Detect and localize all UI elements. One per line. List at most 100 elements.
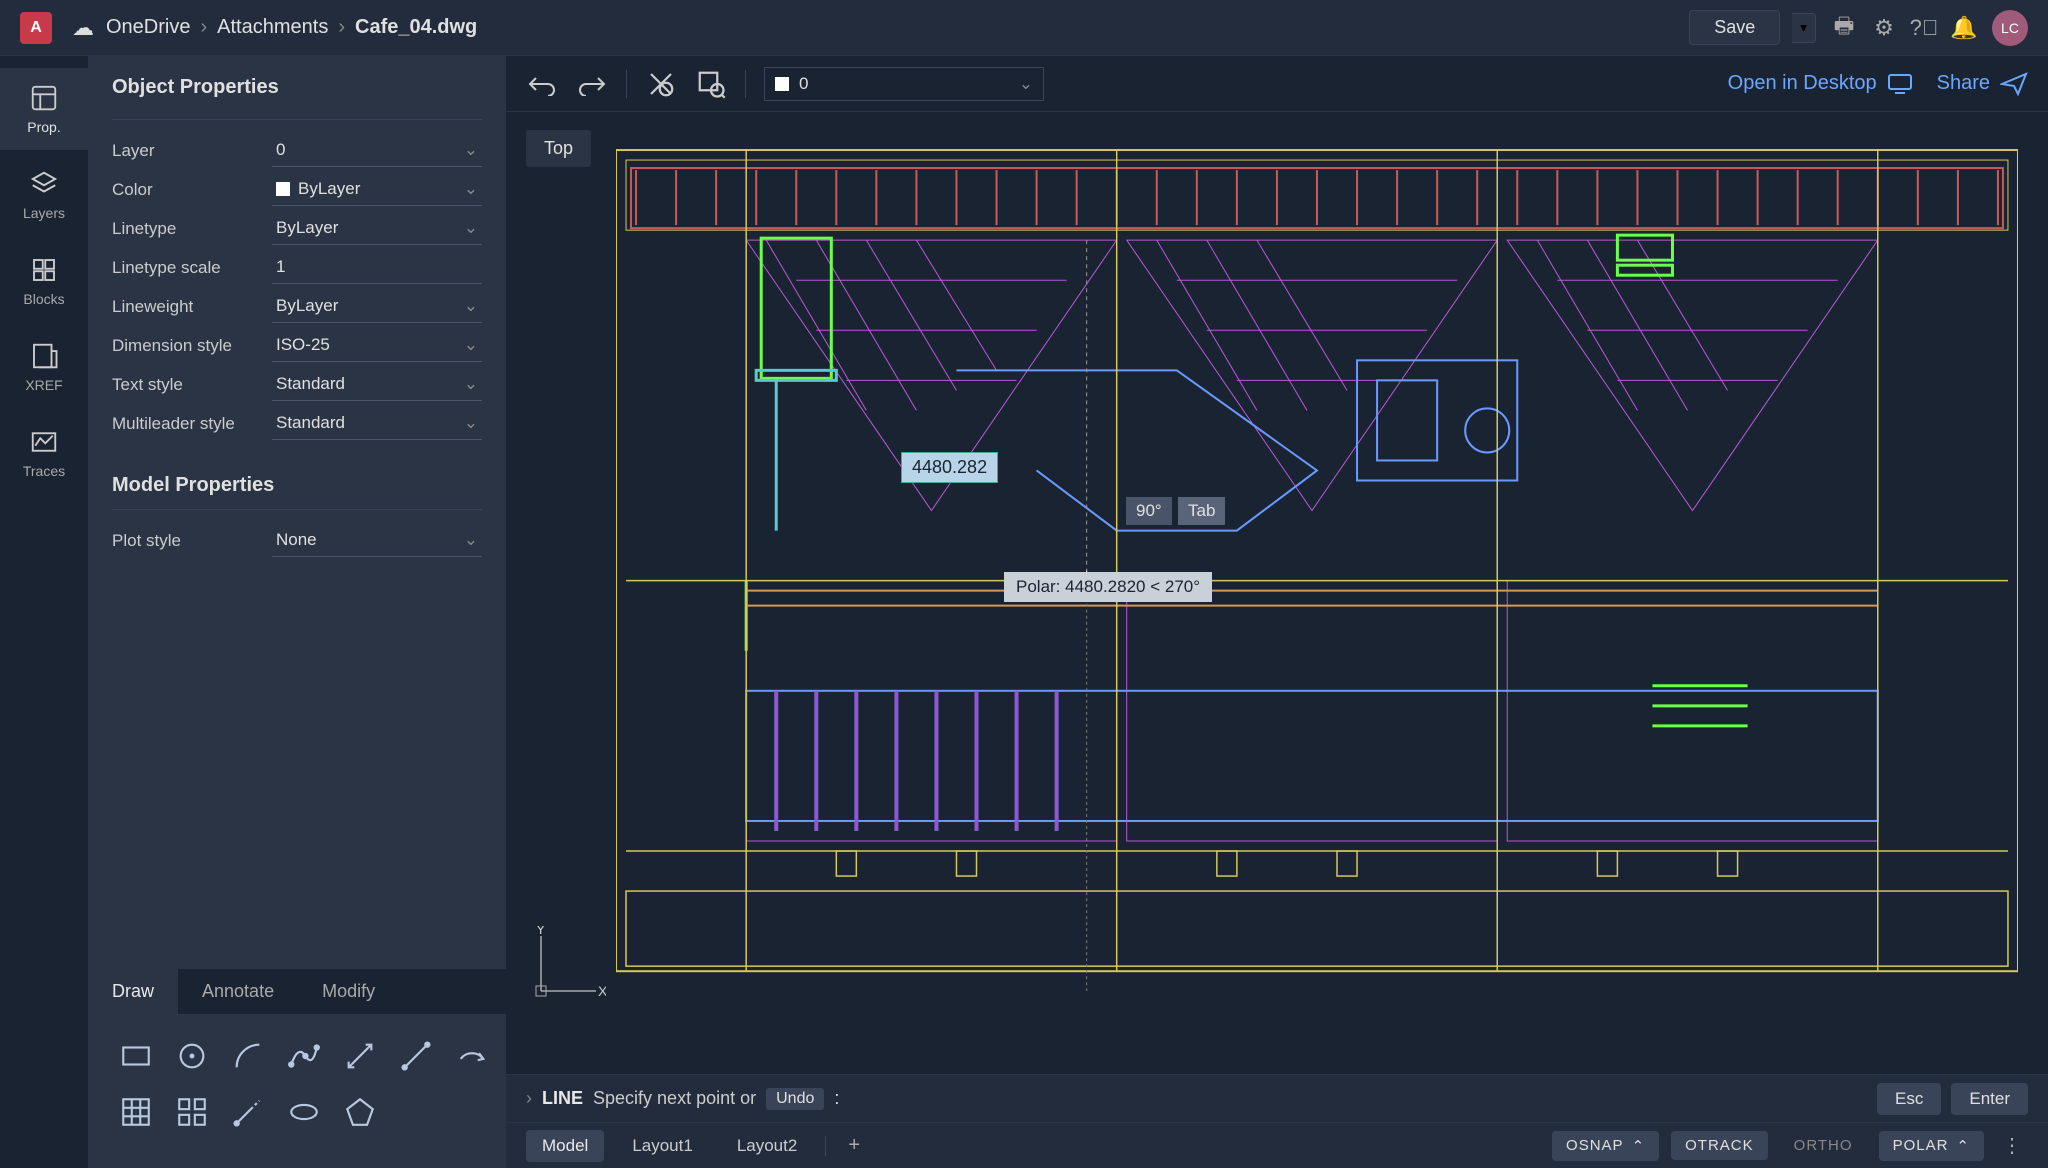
- print-icon[interactable]: 🖶: [1832, 16, 1856, 40]
- rail-label: Blocks: [23, 291, 64, 307]
- share-button[interactable]: Share: [1937, 72, 2028, 96]
- canvas-toolbar: 0 ⌄ Open in Desktop Share: [506, 56, 2048, 112]
- layout-tab-1[interactable]: Layout1: [616, 1130, 709, 1162]
- prop-input-layer[interactable]: 0⌄: [272, 134, 482, 167]
- prop-input-lineweight[interactable]: ByLayer⌄: [272, 290, 482, 323]
- save-dropdown-button[interactable]: ▾: [1792, 13, 1816, 43]
- prop-input-plotstyle[interactable]: None⌄: [272, 524, 482, 557]
- chevron-down-icon: ⌄: [464, 140, 478, 160]
- tool-array[interactable]: [168, 1088, 216, 1136]
- open-in-desktop-button[interactable]: Open in Desktop: [1728, 72, 1913, 95]
- breadcrumb: OneDrive › Attachments › Cafe_04.dwg: [106, 16, 477, 39]
- prop-input-linetype[interactable]: ByLayer⌄: [272, 212, 482, 245]
- breadcrumb-file[interactable]: Cafe_04.dwg: [355, 16, 477, 39]
- esc-button[interactable]: Esc: [1877, 1083, 1941, 1115]
- redo-icon[interactable]: [576, 68, 608, 100]
- enter-button[interactable]: Enter: [1951, 1083, 2028, 1115]
- prop-input-textstyle[interactable]: Standard⌄: [272, 368, 482, 401]
- tool-revcloud[interactable]: [448, 1032, 496, 1080]
- add-layout-button[interactable]: +: [838, 1134, 870, 1157]
- chevron-down-icon: ⌄: [464, 218, 478, 238]
- app-logo[interactable]: A: [20, 12, 52, 44]
- save-button[interactable]: Save: [1689, 10, 1780, 45]
- prop-input-linetype-scale[interactable]: 1: [272, 251, 482, 284]
- layout-tab-model[interactable]: Model: [526, 1130, 604, 1162]
- tool-rectangle[interactable]: [112, 1032, 160, 1080]
- rail-blocks[interactable]: Blocks: [0, 240, 88, 322]
- rail-label: Prop.: [27, 119, 60, 135]
- prop-label-plotstyle: Plot style: [112, 531, 272, 551]
- toggle-polar[interactable]: POLAR⌃: [1879, 1131, 1984, 1161]
- chevron-down-icon: ⌄: [464, 335, 478, 355]
- tool-ellipse[interactable]: [280, 1088, 328, 1136]
- polar-tooltip: Polar: 4480.2820 < 270°: [1004, 572, 1212, 602]
- prop-input-mleaderstyle[interactable]: Standard⌄: [272, 407, 482, 440]
- tool-polygon[interactable]: [336, 1088, 384, 1136]
- rail-label: XREF: [25, 377, 62, 393]
- prop-label-linetype: Linetype: [112, 219, 272, 239]
- gear-icon[interactable]: ⚙: [1872, 16, 1896, 40]
- zoom-window-icon[interactable]: [695, 68, 727, 100]
- layer-dropdown[interactable]: 0 ⌄: [764, 67, 1044, 101]
- command-prompt: Specify next point or: [593, 1088, 756, 1109]
- color-swatch-icon: [276, 182, 290, 196]
- rail-layers[interactable]: Layers: [0, 154, 88, 236]
- prop-input-color[interactable]: ByLayer⌄: [272, 173, 482, 206]
- divider: [112, 509, 482, 510]
- toggle-osnap[interactable]: OSNAP⌃: [1552, 1131, 1659, 1161]
- tab-annotate[interactable]: Annotate: [178, 969, 298, 1014]
- prop-input-dimstyle[interactable]: ISO-25⌄: [272, 329, 482, 362]
- tool-arc[interactable]: [224, 1032, 272, 1080]
- prop-label-dimstyle: Dimension style: [112, 336, 272, 356]
- layout-tab-2[interactable]: Layout2: [721, 1130, 814, 1162]
- drawing-viewport[interactable]: Top: [506, 112, 2048, 1074]
- tool-hatch[interactable]: [112, 1088, 160, 1136]
- rail-properties[interactable]: Prop.: [0, 68, 88, 150]
- divider: [112, 119, 482, 120]
- view-orientation-badge[interactable]: Top: [526, 130, 591, 167]
- dimension-input[interactable]: 4480.282: [901, 452, 998, 483]
- zoom-extents-icon[interactable]: [645, 68, 677, 100]
- cad-drawing: [616, 130, 2018, 991]
- tool-ray[interactable]: [224, 1088, 272, 1136]
- model-properties-heading: Model Properties: [112, 474, 482, 497]
- tab-draw[interactable]: Draw: [88, 969, 178, 1014]
- prop-label-layer: Layer: [112, 141, 272, 161]
- object-properties-heading: Object Properties: [112, 76, 482, 99]
- tool-line[interactable]: [392, 1032, 440, 1080]
- toggle-otrack[interactable]: OTRACK: [1671, 1131, 1768, 1160]
- prop-label-mleaderstyle: Multileader style: [112, 414, 272, 434]
- chevron-down-icon: ⌄: [464, 296, 478, 316]
- svg-text:X: X: [598, 983, 606, 999]
- chevron-down-icon: ⌄: [1019, 74, 1033, 94]
- breadcrumb-root[interactable]: OneDrive: [106, 16, 190, 39]
- tool-circle[interactable]: [168, 1032, 216, 1080]
- ucs-icon: Y X: [526, 926, 606, 1006]
- tool-spline[interactable]: [280, 1032, 328, 1080]
- command-colon: :: [834, 1088, 839, 1109]
- tab-key-hint: Tab: [1178, 497, 1225, 525]
- breadcrumb-folder[interactable]: Attachments: [217, 16, 328, 39]
- chevron-down-icon: ⌄: [464, 530, 478, 550]
- angle-readout: 90°: [1126, 497, 1172, 525]
- chevron-down-icon: ⌄: [464, 413, 478, 433]
- undo-icon[interactable]: [526, 68, 558, 100]
- tool-tabs: Draw Annotate Modify: [88, 969, 506, 1014]
- color-swatch-icon: [775, 77, 789, 91]
- status-bar: Model Layout1 Layout2 + OSNAP⌃ OTRACK OR…: [506, 1122, 2048, 1168]
- help-icon[interactable]: ?⃝: [1912, 16, 1936, 40]
- toggle-ortho[interactable]: ORTHO: [1780, 1131, 1867, 1160]
- tool-polyline[interactable]: [336, 1032, 384, 1080]
- svg-text:Y: Y: [536, 926, 546, 937]
- rail-traces[interactable]: Traces: [0, 412, 88, 494]
- command-caret-icon: ›: [526, 1088, 532, 1109]
- canvas-area: 0 ⌄ Open in Desktop Share Top: [506, 56, 2048, 1168]
- bell-icon[interactable]: 🔔: [1952, 16, 1976, 40]
- avatar[interactable]: LC: [1992, 10, 2028, 46]
- command-line[interactable]: › LINE Specify next point or Undo : Esc …: [506, 1074, 2048, 1122]
- rail-xref[interactable]: XREF: [0, 326, 88, 408]
- cloud-icon: ☁: [72, 15, 94, 41]
- command-undo-option[interactable]: Undo: [766, 1088, 824, 1110]
- tab-modify[interactable]: Modify: [298, 969, 399, 1014]
- more-options-icon[interactable]: ⋮: [1996, 1133, 2028, 1158]
